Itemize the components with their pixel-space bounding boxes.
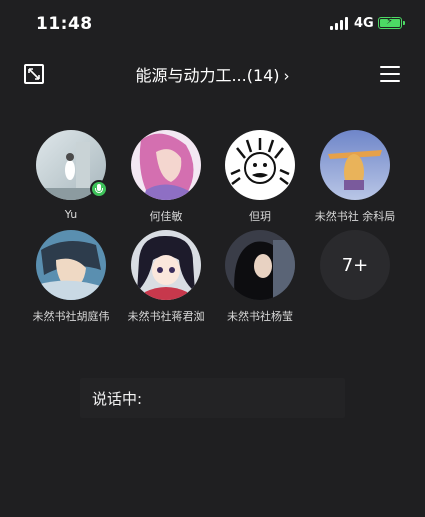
participant-tile[interactable]: 未然书社胡庭伟	[26, 230, 116, 324]
network-type: 4G	[354, 16, 374, 31]
speaking-indicator: 说话中:	[80, 378, 345, 418]
participant-tile[interactable]: 未然书社 余科局	[310, 130, 400, 224]
avatar	[320, 130, 390, 200]
room-title: 能源与动力工...(14)	[135, 66, 280, 85]
minimize-button[interactable]	[24, 64, 44, 84]
speaking-label: 说话中:	[92, 390, 143, 408]
menu-button[interactable]	[380, 66, 400, 82]
more-participants-button[interactable]: 7+	[310, 230, 400, 300]
avatar	[131, 130, 201, 200]
participant-name: 但玥	[249, 210, 271, 223]
avatar	[36, 230, 106, 300]
participant-name: 何佳敏	[149, 210, 183, 223]
participant-tile[interactable]: 未然书社杨莹	[215, 230, 305, 324]
avatar	[225, 230, 295, 300]
participant-tile[interactable]: 但玥	[215, 130, 305, 224]
charging-icon: ⚡	[386, 16, 394, 27]
voice-room-screen: 11:48 4G ⚡ 能源与动力工...(14) › Yu 何佳敏 但玥 未然书…	[0, 0, 425, 517]
participant-name: 未然书社 余科局	[314, 210, 396, 223]
mic-active-icon	[90, 180, 108, 198]
more-count: 7+	[320, 230, 390, 300]
participant-name: 未然书社杨莹	[227, 310, 293, 323]
status-time: 11:48	[36, 14, 93, 34]
participant-name: Yu	[64, 208, 78, 221]
avatar	[131, 230, 201, 300]
chevron-right-icon: ›	[283, 67, 290, 85]
participant-tile[interactable]: 未然书社蒋君洳	[121, 230, 211, 324]
participant-tile[interactable]: Yu	[26, 130, 116, 221]
avatar	[36, 130, 108, 200]
avatar	[225, 130, 295, 200]
participant-name: 未然书社胡庭伟	[32, 310, 110, 323]
participant-name: 未然书社蒋君洳	[127, 310, 205, 323]
participant-tile[interactable]: 何佳敏	[121, 130, 211, 224]
room-header: 能源与动力工...(14) ›	[0, 56, 425, 92]
battery-icon: ⚡	[378, 16, 405, 29]
minimize-arrows-icon	[28, 68, 40, 80]
room-title-button[interactable]: 能源与动力工...(14) ›	[100, 62, 325, 86]
signal-icon	[330, 17, 348, 30]
status-bar: 11:48 4G ⚡	[0, 0, 425, 48]
